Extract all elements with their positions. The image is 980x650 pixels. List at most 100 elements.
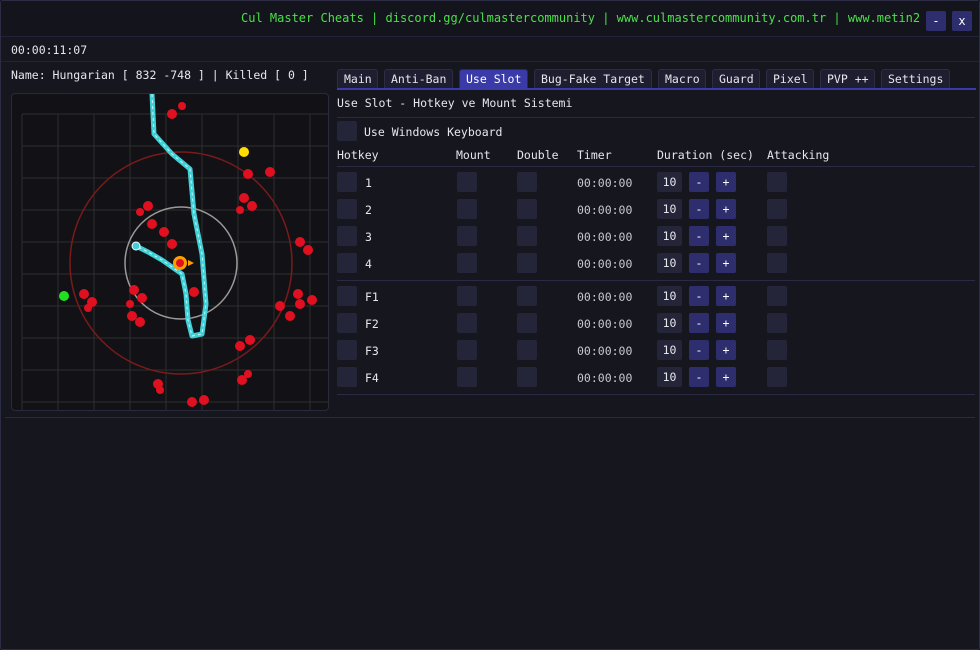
close-button[interactable]: x (952, 11, 972, 31)
duration-increase-button[interactable]: + (716, 253, 736, 273)
duration-decrease-button[interactable]: - (689, 313, 709, 333)
double-checkbox[interactable] (517, 340, 537, 360)
hotkey-checkbox[interactable] (337, 286, 357, 306)
tab-use-slot[interactable]: Use Slot (459, 69, 528, 88)
section-title: Use Slot - Hotkey ve Mount Sistemi (337, 96, 573, 110)
duration-decrease-button[interactable]: - (689, 226, 709, 246)
mount-checkbox[interactable] (457, 340, 477, 360)
session-timer-bar: 00:00:11:07 (1, 37, 979, 62)
tab-guard[interactable]: Guard (712, 69, 760, 88)
hotkey-label: F3 (365, 344, 379, 358)
double-checkbox[interactable] (517, 199, 537, 219)
mount-checkbox[interactable] (457, 253, 477, 273)
hotkey-label: F2 (365, 317, 379, 331)
double-checkbox[interactable] (517, 172, 537, 192)
duration-decrease-button[interactable]: - (689, 367, 709, 387)
monster-icon (136, 201, 153, 216)
divider (337, 117, 975, 118)
tab-underline (337, 88, 976, 90)
panel-bottom-divider (5, 417, 975, 418)
waypoint-icon (131, 241, 141, 251)
use-windows-keyboard-label: Use Windows Keyboard (364, 125, 503, 139)
npc-icon (239, 147, 249, 157)
tab-anti-ban[interactable]: Anti-Ban (384, 69, 453, 88)
duration-increase-button[interactable]: + (716, 199, 736, 219)
minimize-button[interactable]: - (926, 11, 946, 31)
hotkey-checkbox[interactable] (337, 199, 357, 219)
radar-map[interactable] (11, 93, 329, 411)
duration-increase-button[interactable]: + (716, 172, 736, 192)
hotkey-label: 3 (365, 230, 372, 244)
timer-value: 00:00:00 (577, 317, 633, 331)
tab-pixel[interactable]: Pixel (766, 69, 814, 88)
double-checkbox[interactable] (517, 367, 537, 387)
attacking-checkbox[interactable] (767, 199, 787, 219)
double-checkbox[interactable] (517, 313, 537, 333)
monster-icon (243, 167, 275, 179)
hotkey-label: F4 (365, 371, 379, 385)
mount-checkbox[interactable] (457, 226, 477, 246)
titlebar[interactable]: Cul Master Cheats | discord.gg/culmaster… (1, 1, 979, 37)
timer-value: 00:00:00 (577, 230, 633, 244)
double-checkbox[interactable] (517, 226, 537, 246)
attacking-checkbox[interactable] (767, 367, 787, 387)
mount-checkbox[interactable] (457, 367, 477, 387)
duration-decrease-button[interactable]: - (689, 199, 709, 219)
mount-checkbox[interactable] (457, 199, 477, 219)
mount-checkbox[interactable] (457, 286, 477, 306)
hotkey-checkbox[interactable] (337, 340, 357, 360)
use-windows-keyboard-checkbox[interactable] (337, 121, 357, 141)
tab-settings[interactable]: Settings (881, 69, 950, 88)
hotkey-checkbox[interactable] (337, 367, 357, 387)
header-attacking: Attacking (767, 148, 830, 162)
duration-decrease-button[interactable]: - (689, 340, 709, 360)
duration-decrease-button[interactable]: - (689, 286, 709, 306)
attacking-checkbox[interactable] (767, 172, 787, 192)
duration-input[interactable]: 10 (657, 340, 682, 360)
duration-input[interactable]: 10 (657, 286, 682, 306)
hotkey-label: 1 (365, 176, 372, 190)
duration-input[interactable]: 10 (657, 367, 682, 387)
attacking-checkbox[interactable] (767, 340, 787, 360)
tab-main[interactable]: Main (337, 69, 378, 88)
duration-increase-button[interactable]: + (716, 340, 736, 360)
table-bottom-divider (337, 394, 975, 395)
monster-icon (153, 379, 164, 394)
tab-bug-fake-target[interactable]: Bug-Fake Target (534, 69, 652, 88)
monster-icon (275, 289, 317, 321)
duration-input[interactable]: 10 (657, 172, 682, 192)
attacking-checkbox[interactable] (767, 253, 787, 273)
double-checkbox[interactable] (517, 253, 537, 273)
radar-canvas (21, 94, 328, 410)
session-timer: 00:00:11:07 (11, 43, 88, 57)
mount-checkbox[interactable] (457, 172, 477, 192)
duration-input[interactable]: 10 (657, 226, 682, 246)
mount-checkbox[interactable] (457, 313, 477, 333)
monster-icon (147, 219, 177, 249)
duration-decrease-button[interactable]: - (689, 253, 709, 273)
duration-increase-button[interactable]: + (716, 367, 736, 387)
attacking-checkbox[interactable] (767, 286, 787, 306)
duration-input[interactable]: 10 (657, 313, 682, 333)
duration-input[interactable]: 10 (657, 199, 682, 219)
tab-macro[interactable]: Macro (658, 69, 706, 88)
duration-increase-button[interactable]: + (716, 313, 736, 333)
attacking-checkbox[interactable] (767, 313, 787, 333)
header-mount: Mount (456, 148, 491, 162)
header-timer: Timer (577, 148, 612, 162)
group-divider (337, 280, 975, 281)
attacking-checkbox[interactable] (767, 226, 787, 246)
hotkey-checkbox[interactable] (337, 226, 357, 246)
duration-decrease-button[interactable]: - (689, 172, 709, 192)
double-checkbox[interactable] (517, 286, 537, 306)
hotkey-checkbox[interactable] (337, 253, 357, 273)
duration-increase-button[interactable]: + (716, 286, 736, 306)
hotkey-checkbox[interactable] (337, 172, 357, 192)
timer-value: 00:00:00 (577, 257, 633, 271)
monster-icon (189, 287, 199, 297)
duration-increase-button[interactable]: + (716, 226, 736, 246)
duration-input[interactable]: 10 (657, 253, 682, 273)
hotkey-checkbox[interactable] (337, 313, 357, 333)
tab-pvp[interactable]: PVP ++ (820, 69, 875, 88)
window-title: Cul Master Cheats | discord.gg/culmaster… (241, 11, 921, 25)
